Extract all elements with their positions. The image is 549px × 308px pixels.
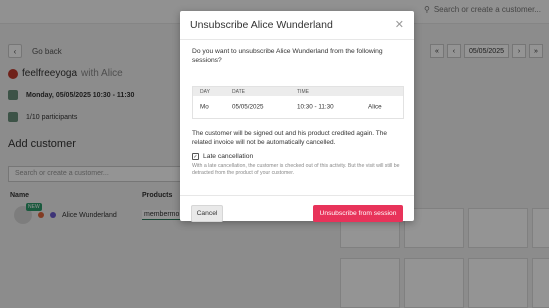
row-teacher: Alice xyxy=(368,103,382,111)
unsubscribe-dialog: Unsubscribe Alice Wunderland ✕ Do you wa… xyxy=(180,11,414,222)
header-time: TIME xyxy=(297,88,309,95)
dialog-note: The customer will be signed out and his … xyxy=(192,130,387,146)
sessions-table: DAY DATE TIME Mo 05/05/2025 10:30 - 11:3… xyxy=(192,86,404,119)
header-date: DATE xyxy=(232,88,245,95)
close-icon[interactable]: ✕ xyxy=(395,18,404,31)
row-day: Mo xyxy=(200,103,209,111)
table-header: DAY DATE TIME xyxy=(193,87,403,96)
row-time: 10:30 - 11:30 xyxy=(297,103,334,111)
dialog-question: Do you want to unsubscribe Alice Wunderl… xyxy=(192,48,383,64)
dialog-title: Unsubscribe Alice Wunderland xyxy=(190,19,333,31)
divider xyxy=(180,195,414,196)
table-row: Mo 05/05/2025 10:30 - 11:30 Alice xyxy=(193,96,403,118)
header-day: DAY xyxy=(200,88,210,95)
unsubscribe-button[interactable]: Unsubscribe from session xyxy=(313,205,403,222)
divider xyxy=(180,39,414,40)
late-cancellation-checkbox[interactable]: ✓ Late cancellation xyxy=(192,153,253,160)
checkbox-icon[interactable]: ✓ xyxy=(192,153,199,160)
late-label: Late cancellation xyxy=(203,153,254,160)
cancel-button[interactable]: Cancel xyxy=(191,205,223,222)
row-date: 05/05/2025 xyxy=(232,103,264,111)
late-help-text: With a late cancellation, the customer i… xyxy=(192,163,400,177)
